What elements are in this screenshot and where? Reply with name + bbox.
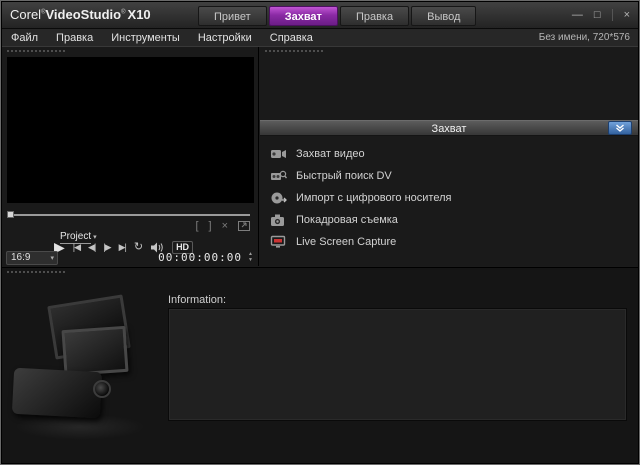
enlarge-preview-icon[interactable]: [238, 221, 250, 231]
menu-edit[interactable]: Правка: [47, 29, 102, 47]
step-tabs: Привет Захват Правка Вывод: [198, 6, 476, 26]
panel-grip: [7, 271, 65, 273]
capture-header-dropdown-button[interactable]: [608, 121, 632, 135]
delete-icon[interactable]: ×: [222, 220, 228, 232]
dv-quick-scan-icon: [270, 169, 287, 183]
camcorder-icon: [270, 147, 287, 161]
timecode-field[interactable]: 00:00:00:00: [158, 251, 242, 265]
capture-option-label: Захват видео: [296, 148, 365, 160]
tab-capture[interactable]: Захват: [269, 6, 338, 26]
window-controls-divider: [612, 9, 613, 21]
menu-help[interactable]: Справка: [261, 29, 322, 47]
product-artwork: [7, 288, 162, 453]
capture-options-list: Захват видео Быстрый поиск DV Импорт с ц…: [260, 143, 638, 253]
product-version: X10: [128, 7, 151, 22]
timecode-stepper: ▲ ▼: [248, 251, 253, 263]
title-bar: Corel®VideoStudio®X10 Привет Захват Прав…: [2, 2, 638, 29]
capture-option-live-screen-capture[interactable]: Live Screen Capture: [260, 231, 638, 253]
menu-bar: Файл Правка Инструменты Настройки Справк…: [2, 29, 638, 47]
mark-in-icon[interactable]: [: [195, 220, 198, 232]
panel-grip: [7, 50, 65, 52]
capture-option-stop-motion[interactable]: Покадровая съемка: [260, 209, 638, 231]
window-controls: — □ ×: [572, 8, 630, 22]
digital-media-import-icon: [270, 191, 287, 205]
tab-share[interactable]: Вывод: [411, 6, 476, 26]
information-label: Information:: [168, 294, 226, 306]
camcorder-graphic: [12, 368, 102, 419]
mark-out-icon[interactable]: ]: [209, 220, 212, 232]
chevron-down-icon: [615, 124, 625, 132]
capture-option-video[interactable]: Захват видео: [260, 143, 638, 165]
capture-option-label: Импорт с цифрового носителя: [296, 192, 451, 204]
stop-motion-icon: [270, 213, 287, 227]
document-info: Без имени, 720*576: [539, 29, 630, 47]
app-window: Corel®VideoStudio®X10 Привет Захват Прав…: [0, 0, 640, 465]
app-logo: Corel®VideoStudio®X10: [10, 7, 151, 22]
chevron-down-icon: ▾: [50, 253, 54, 265]
trim-controls: [ ] ×: [195, 220, 250, 232]
live-screen-capture-icon: [270, 235, 287, 249]
capture-header: Захват: [260, 120, 638, 136]
registered-mark: ®: [121, 10, 125, 16]
artwork-shadow: [15, 414, 145, 440]
information-panel: Information:: [2, 267, 638, 463]
player-panel: [ ] × Project▾ ▶ |◀ ◀| |▶ ▶| ↻ HD 16:9: [2, 47, 259, 266]
tab-welcome[interactable]: Привет: [198, 6, 267, 26]
minimize-icon[interactable]: —: [572, 8, 583, 22]
aspect-ratio-select[interactable]: 16:9 ▾: [6, 251, 58, 265]
spin-down-icon[interactable]: ▼: [248, 257, 253, 263]
panel-grip: [265, 50, 323, 52]
brand-name: Corel: [10, 7, 41, 22]
maximize-icon[interactable]: □: [594, 8, 601, 22]
aspect-ratio-value: 16:9: [11, 252, 30, 263]
menu-settings[interactable]: Настройки: [189, 29, 261, 47]
tab-edit[interactable]: Правка: [340, 6, 409, 26]
menu-tools[interactable]: Инструменты: [102, 29, 189, 47]
camcorder-lens-graphic: [93, 380, 111, 398]
product-name: VideoStudio: [46, 7, 122, 22]
capture-option-label: Покадровая съемка: [296, 214, 398, 226]
close-icon[interactable]: ×: [624, 8, 630, 22]
monitor-graphic: [61, 326, 128, 376]
capture-option-digital-media-import[interactable]: Импорт с цифрового носителя: [260, 187, 638, 209]
capture-option-label: Live Screen Capture: [296, 236, 396, 248]
player-bottom-row: 16:9 ▾ 00:00:00:00 ▲ ▼: [2, 251, 258, 265]
information-box: [168, 308, 627, 421]
scrub-handle[interactable]: [7, 211, 14, 218]
capture-option-dv-quick-scan[interactable]: Быстрый поиск DV: [260, 165, 638, 187]
capture-panel: Захват Захват видео Быстрый поиск DV: [260, 47, 638, 266]
video-preview: [7, 57, 254, 203]
menu-file[interactable]: Файл: [2, 29, 47, 47]
scrub-bar[interactable]: [8, 214, 250, 216]
capture-option-label: Быстрый поиск DV: [296, 170, 392, 182]
